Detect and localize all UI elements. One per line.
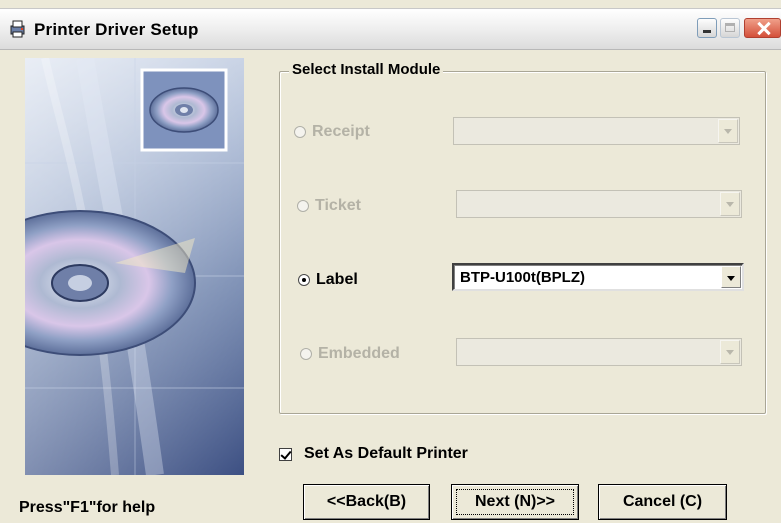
chevron-down-icon [718,119,738,143]
radio-embedded-button [300,348,312,360]
receipt-model-select [453,117,740,145]
next-button[interactable]: Next (N)>> [451,484,579,520]
radio-label-button[interactable] [298,274,310,286]
radio-receipt-label: Receipt [312,123,370,140]
default-printer-checkbox[interactable] [279,447,292,461]
printer-driver-setup-window: Printer Driver Setup Select Install Modu… [0,0,781,523]
help-hint: Press"F1"for help [19,499,156,516]
radio-ticket-label: Ticket [315,197,361,214]
radio-label[interactable]: Label [298,269,358,291]
title-bar[interactable]: Printer Driver Setup [0,8,781,50]
label-model-select[interactable]: BTP-U100t(BPLZ) [452,263,744,291]
radio-embedded-label: Embedded [318,345,400,362]
chevron-down-icon [720,192,740,216]
radio-ticket-button [297,200,309,212]
back-button[interactable]: <<Back(B) [303,484,430,520]
radio-embedded: Embedded [300,343,400,365]
radio-receipt: Receipt [294,121,370,143]
cancel-button[interactable]: Cancel (C) [598,484,727,520]
embedded-model-select [456,338,742,366]
group-title: Select Install Module [289,61,444,78]
window-title: Printer Driver Setup [34,20,199,39]
minimize-button[interactable] [697,18,717,38]
radio-receipt-button [294,126,306,138]
printer-setup-icon [10,20,25,38]
radio-ticket: Ticket [297,195,361,217]
default-printer-label[interactable]: Set As Default Printer [304,445,468,463]
label-model-value: BTP-U100t(BPLZ) [460,269,586,286]
chevron-down-icon[interactable] [721,266,741,288]
default-printer-option[interactable]: Set As Default Printer [279,443,468,465]
setup-cd-image [25,58,244,475]
ticket-model-select [456,190,742,218]
maximize-button [720,18,740,38]
close-button[interactable] [744,18,781,38]
chevron-down-icon [720,340,740,364]
radio-label-label[interactable]: Label [316,271,358,289]
